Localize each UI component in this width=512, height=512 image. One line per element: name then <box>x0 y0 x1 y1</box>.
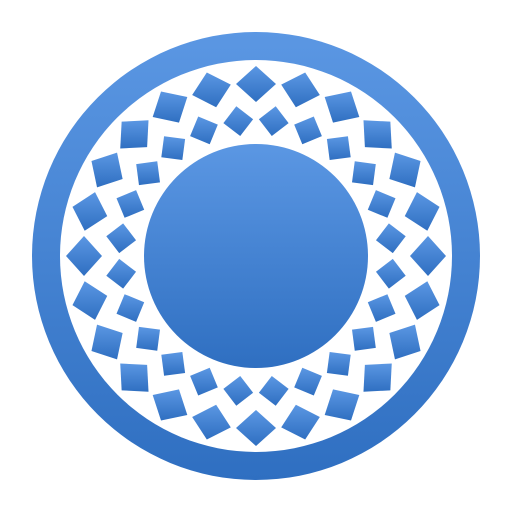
rosette-app-icon <box>32 32 480 480</box>
inner-diamond-tile-4 <box>326 352 351 376</box>
center-disc <box>144 144 368 368</box>
outer-diamond-tile-4 <box>363 363 392 392</box>
inner-diamond-tile-10 <box>136 326 160 351</box>
inner-diamond-tile-15 <box>136 161 160 186</box>
outer-diamond-tile-16 <box>120 120 149 149</box>
inner-diamond-tile-22 <box>352 161 376 186</box>
inner-diamond-tile-16 <box>161 136 186 160</box>
inner-diamond-tile-9 <box>161 352 186 376</box>
inner-diamond-tile-3 <box>352 326 376 351</box>
outer-diamond-tile-22 <box>363 120 392 149</box>
outer-diamond-tile-10 <box>120 363 149 392</box>
inner-diamond-tile-21 <box>326 136 351 160</box>
icon-stage <box>0 0 512 512</box>
